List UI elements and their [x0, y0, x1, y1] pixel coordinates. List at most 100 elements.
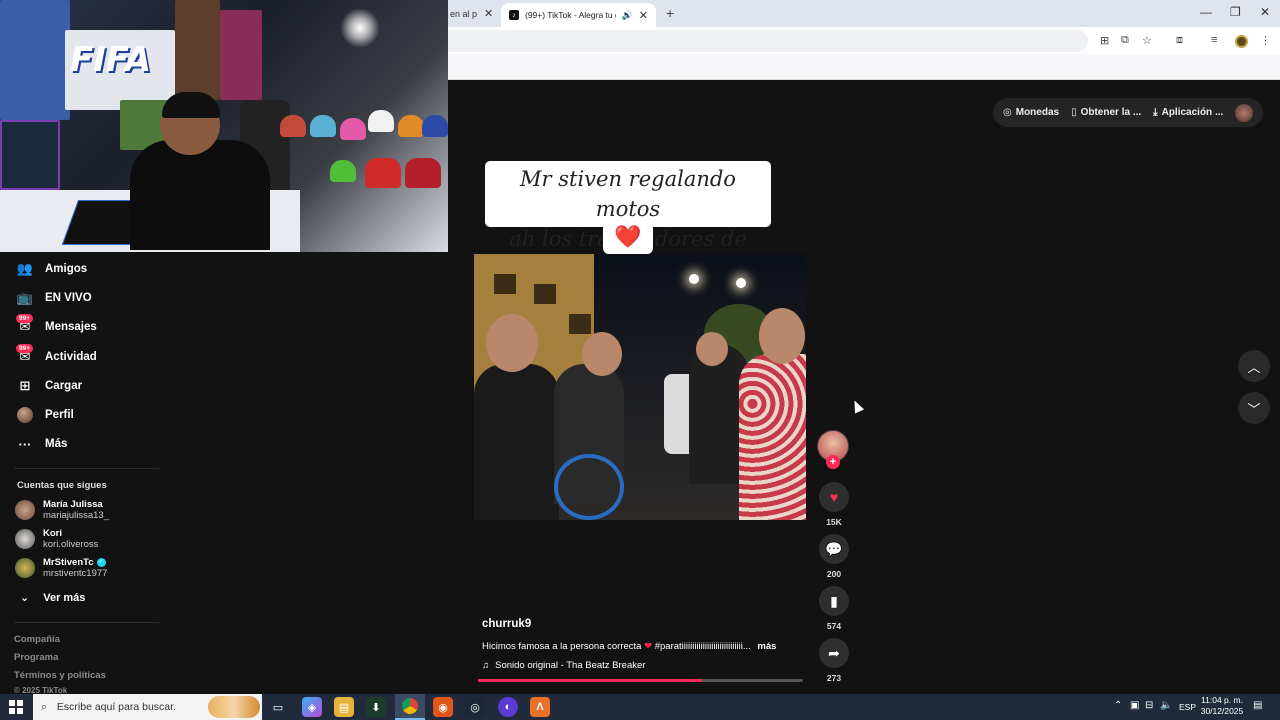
comment-count: 200: [826, 569, 842, 579]
address-bar[interactable]: [448, 30, 1088, 52]
video-person-head: [696, 332, 728, 366]
see-more-button[interactable]: ⌄ Ver más: [20, 591, 85, 605]
app-label: Aplicación ...: [1161, 107, 1224, 118]
avatar: [15, 529, 35, 549]
webcam-helmet: [365, 158, 401, 188]
browser-toolbar: ⊞ ⧉ ☆ ⧈ ≡ ⋮: [448, 27, 1280, 54]
app-download-button[interactable]: ⤓ Aplicación ...: [1153, 107, 1223, 118]
following-handle: mariajulissa13_: [43, 510, 110, 521]
profile-avatar[interactable]: [1235, 35, 1248, 48]
previous-video-button[interactable]: ︿: [1238, 350, 1270, 382]
copilot-icon[interactable]: ◈: [302, 697, 322, 717]
avatar[interactable]: [1235, 103, 1253, 122]
coin-icon: ◎: [1003, 107, 1012, 118]
chrome-icon[interactable]: [395, 694, 425, 720]
description-text: Hicimos famosa a la persona correcta: [482, 641, 642, 652]
sidebar-item-live[interactable]: 📺 EN VIVO: [17, 287, 92, 309]
following-name: Kori: [43, 528, 62, 539]
video-person-head: [486, 314, 538, 372]
chevron-up-icon[interactable]: ⌃: [1114, 700, 1122, 711]
more-button[interactable]: más: [757, 641, 776, 652]
tab-tiktok[interactable]: ♪ (99+) TikTok - Alegra tu día 🔊 ✕: [501, 3, 656, 27]
minimize-icon[interactable]: —: [1200, 5, 1212, 19]
webcam-overlay: FIFA: [0, 0, 448, 252]
video-description: Hicimos famosa a la persona correcta ❤ #…: [482, 641, 776, 652]
language-indicator[interactable]: ESP: [1179, 702, 1196, 712]
new-tab-icon[interactable]: +: [666, 5, 674, 21]
save-button[interactable]: ▮: [819, 586, 849, 616]
file-explorer-icon[interactable]: ▤: [334, 697, 354, 717]
extensions-icon[interactable]: ⧈: [1176, 34, 1183, 47]
webcam-helmet: [330, 160, 356, 182]
following-item[interactable]: Kori kori.oliveross: [15, 528, 98, 550]
speaker-icon[interactable]: 🔊: [622, 10, 633, 21]
sidebar-item-label: EN VIVO: [45, 292, 92, 304]
app-icon[interactable]: ⬇: [366, 697, 386, 717]
share-button[interactable]: ➦: [819, 638, 849, 668]
install-icon[interactable]: ⧉: [1121, 34, 1129, 47]
steam-icon[interactable]: ◎: [465, 697, 485, 717]
webcam-helmet: [368, 110, 394, 132]
coins-button[interactable]: ◎ Monedas: [1003, 107, 1059, 118]
network-icon[interactable]: ⊟: [1145, 700, 1153, 711]
video-person-head: [582, 332, 622, 376]
volume-icon[interactable]: 🔈: [1160, 700, 1172, 711]
menu-icon[interactable]: ⋮: [1260, 34, 1271, 47]
webcam-light: [340, 8, 380, 48]
footer-link-terms[interactable]: Términos y políticas: [14, 670, 106, 681]
next-video-button[interactable]: ﹀: [1238, 392, 1270, 424]
sidebar-item-activity[interactable]: ✉ 99+ Actividad: [16, 344, 97, 368]
media-icon[interactable]: ≡: [1211, 34, 1217, 46]
comment-icon: 💬: [825, 540, 843, 557]
video-author[interactable]: churruk9: [482, 618, 531, 630]
app-icon[interactable]: Λ: [530, 697, 550, 717]
close-icon[interactable]: ✕: [484, 7, 493, 20]
notification-badge: 99+: [16, 314, 34, 323]
tray-icon[interactable]: ▣: [1130, 700, 1139, 711]
hashtag-link[interactable]: #paratiiiiiiiiiiiiiiiiiiiiiiiiiiiii...: [655, 641, 751, 652]
video-sound[interactable]: ♫ Sonido original - Tha Beatz Breaker: [482, 660, 645, 671]
taskbar-search[interactable]: ⌕ Escribe aquí para buscar.: [33, 694, 262, 720]
star-icon[interactable]: ☆: [1142, 34, 1152, 47]
sidebar-item-messages[interactable]: ✉ 99+ Mensajes: [16, 314, 97, 338]
following-handle: mrstiventc1977: [43, 568, 108, 579]
windows-start-icon[interactable]: [9, 700, 23, 714]
sidebar-item-profile[interactable]: Perfil: [17, 404, 74, 426]
avatar: [15, 558, 35, 578]
firefox-icon[interactable]: ◉: [433, 697, 453, 717]
video-progress-bar[interactable]: [478, 679, 803, 682]
footer-link-company[interactable]: Compañía: [14, 634, 60, 645]
heart-icon: ♥: [829, 489, 839, 505]
share-count: 273: [826, 673, 842, 683]
restore-icon[interactable]: ❐: [1230, 5, 1241, 19]
video-player[interactable]: [474, 254, 806, 520]
follow-plus-icon[interactable]: +: [826, 455, 840, 469]
sidebar-item-more[interactable]: ··· Más: [17, 433, 68, 455]
close-icon[interactable]: ✕: [639, 9, 648, 22]
video-window: [534, 284, 556, 304]
translate-icon[interactable]: ⊞: [1100, 34, 1109, 47]
discord-icon[interactable]: ◐: [498, 697, 518, 717]
music-note-icon: ♫: [482, 660, 490, 671]
divider: [14, 468, 159, 469]
following-item[interactable]: MrStivenTc ✓ mrstiventc1977: [15, 557, 107, 579]
notifications-icon[interactable]: ▤: [1253, 700, 1262, 711]
get-app-button[interactable]: ▯ Obtener la ...: [1071, 107, 1141, 118]
like-button[interactable]: ♥: [819, 482, 849, 512]
webcam-poster: [175, 0, 220, 100]
clock[interactable]: 11:04 p. m. 30/12/2025: [1197, 695, 1247, 717]
footer-copyright: © 2025 TikTok: [14, 686, 68, 694]
divider: [14, 622, 159, 623]
footer-link-program[interactable]: Programa: [14, 652, 58, 663]
top-actions-bar: ◎ Monedas ▯ Obtener la ... ⤓ Aplicación ...: [993, 98, 1263, 127]
sidebar-item-friends[interactable]: 👥 Amigos: [17, 258, 87, 280]
window-close-icon[interactable]: ✕: [1260, 5, 1270, 19]
comment-button[interactable]: 💬: [819, 534, 849, 564]
task-view-icon[interactable]: ▭: [268, 697, 288, 717]
coins-label: Monedas: [1015, 107, 1060, 118]
get-app-label: Obtener la ...: [1080, 107, 1142, 118]
sidebar-item-label: Amigos: [45, 263, 88, 275]
following-item[interactable]: María Julissa mariajulissa13_: [15, 499, 109, 521]
sidebar-item-upload[interactable]: ⊞ Cargar: [17, 375, 83, 397]
webcam-helmet: [310, 115, 336, 137]
